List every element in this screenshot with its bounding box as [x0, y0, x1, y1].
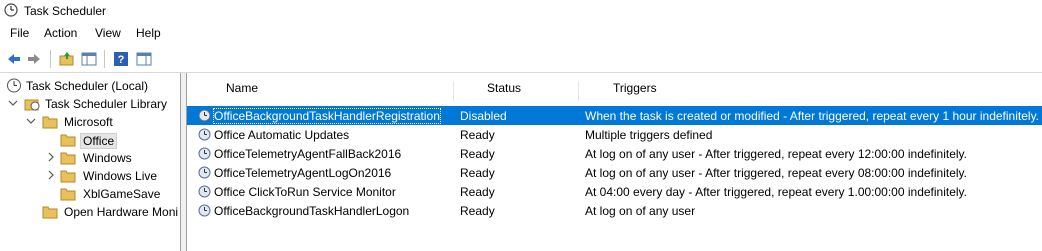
task-clock-icon [198, 109, 211, 122]
task-scheduler-clock-icon [7, 78, 21, 93]
tree-label: Microsoft [64, 115, 113, 129]
column-divider[interactable] [578, 81, 579, 101]
folder-icon [60, 170, 76, 183]
svg-text:?: ? [118, 54, 125, 66]
menu-view[interactable]: View [95, 26, 121, 40]
task-clock-icon [198, 204, 211, 217]
chevron-right-icon[interactable] [46, 152, 56, 162]
title-bar: Task Scheduler [0, 0, 1042, 22]
chevron-right-icon[interactable] [46, 170, 56, 180]
task-name: Office ClickToRun Service Monitor [214, 185, 396, 199]
task-clock-icon [198, 147, 211, 160]
tree-node-microsoft[interactable]: Microsoft [0, 113, 180, 131]
tree-label: Open Hardware Moni [64, 205, 179, 219]
task-status: Ready [460, 185, 495, 199]
help-icon[interactable]: ? [112, 50, 130, 68]
column-header-name[interactable]: Name [226, 81, 258, 95]
table-row[interactable]: Office Automatic Updates Ready Multiple … [187, 125, 1042, 144]
menu-action[interactable]: Action [44, 26, 77, 40]
tree-label: Windows Live [83, 169, 158, 183]
console-tree[interactable]: Task Scheduler (Local) Task Scheduler Li… [0, 73, 181, 251]
toolbar-separator [50, 50, 51, 68]
table-row[interactable]: OfficeBackgroundTaskHandlerLogon Ready A… [187, 201, 1042, 220]
menu-help[interactable]: Help [136, 26, 161, 40]
task-status: Ready [460, 147, 495, 161]
task-clock-icon [198, 128, 211, 141]
folder-icon [60, 188, 76, 201]
back-arrow-icon[interactable] [5, 50, 23, 68]
task-status: Ready [460, 128, 495, 142]
table-row[interactable]: OfficeTelemetryAgentFallBack2016 Ready A… [187, 144, 1042, 163]
task-triggers: At log on of any user - After triggered,… [585, 166, 968, 180]
task-name: OfficeTelemetryAgentLogOn2016 [214, 166, 392, 180]
toolbar: ? [0, 46, 1042, 73]
task-triggers: At log on of any user - After triggered,… [585, 147, 968, 161]
task-triggers: Multiple triggers defined [585, 128, 713, 142]
tree-label: Task Scheduler Library [45, 97, 168, 111]
tree-label: Task Scheduler (Local) [26, 79, 149, 93]
tree-label-selected: Office [80, 133, 118, 149]
library-folder-clock-icon [24, 99, 40, 111]
toolbar-separator [104, 50, 105, 68]
forward-arrow-icon[interactable] [25, 50, 43, 68]
folder-icon [42, 206, 58, 219]
column-divider[interactable] [453, 81, 454, 101]
folder-icon [60, 134, 76, 147]
task-status: Ready [460, 166, 495, 180]
tree-label: Windows [83, 151, 132, 165]
menu-bar: File Action View Help [0, 24, 1042, 44]
folder-icon [60, 152, 76, 165]
window-title: Task Scheduler [24, 4, 107, 18]
action-pane-icon[interactable] [135, 50, 153, 68]
table-row[interactable]: Office ClickToRun Service Monitor Ready … [187, 182, 1042, 201]
tree-node-windows[interactable]: Windows [0, 149, 180, 167]
task-name: OfficeTelemetryAgentFallBack2016 [214, 147, 402, 161]
task-name: OfficeBackgroundTaskHandlerLogon [214, 204, 410, 218]
chevron-down-icon[interactable] [8, 98, 18, 108]
task-scheduler-clock-icon [4, 3, 18, 17]
table-row[interactable]: OfficeTelemetryAgentLogOn2016 Ready At l… [187, 163, 1042, 182]
tree-node-xblgamesave[interactable]: XblGameSave [0, 185, 180, 203]
tree-node-windows-live[interactable]: Windows Live [0, 167, 180, 185]
task-triggers: When the task is created or modified - A… [585, 109, 1040, 123]
task-clock-icon [198, 185, 211, 198]
folder-icon [42, 116, 58, 129]
task-triggers: At 04:00 every day - After triggered, re… [585, 185, 968, 199]
chevron-down-icon[interactable] [26, 116, 36, 126]
task-status: Ready [460, 204, 495, 218]
table-row-selected[interactable]: OfficeBackgroundTaskHandlerRegistration … [187, 106, 1042, 125]
tree-label: XblGameSave [83, 187, 161, 201]
up-folder-icon[interactable] [58, 50, 76, 68]
task-name: Office Automatic Updates [214, 128, 350, 142]
column-header-status[interactable]: Status [487, 81, 521, 95]
task-name: OfficeBackgroundTaskHandlerRegistration [213, 108, 441, 124]
task-triggers: At log on of any user [585, 204, 696, 218]
tree-node-root[interactable]: Task Scheduler (Local) [0, 77, 180, 95]
menu-file[interactable]: File [10, 26, 29, 40]
tree-node-office[interactable]: Office [0, 131, 180, 149]
task-list[interactable]: Name Status Triggers OfficeBackgroundTas… [186, 73, 1042, 251]
column-header-triggers[interactable]: Triggers [613, 81, 657, 95]
tree-node-open-hardware[interactable]: Open Hardware Moni [0, 203, 180, 221]
task-status: Disabled [460, 109, 507, 123]
show-hide-console-tree-icon[interactable] [80, 50, 98, 68]
tree-node-library[interactable]: Task Scheduler Library [0, 95, 180, 113]
task-clock-icon [198, 166, 211, 179]
